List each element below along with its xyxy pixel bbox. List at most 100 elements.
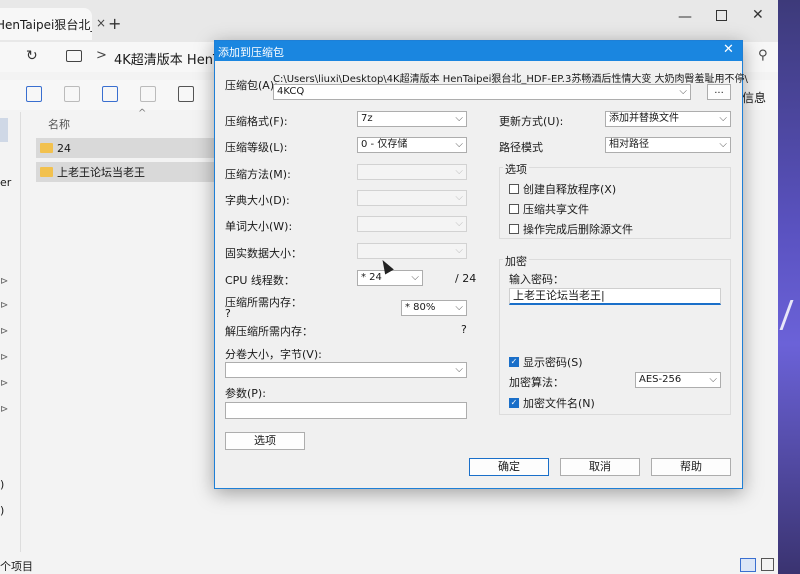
encryption-method-select[interactable]: AES-256 ⌵ bbox=[635, 372, 721, 388]
password-input[interactable]: 上老王论坛当老王| bbox=[509, 288, 721, 305]
tiles-view-icon[interactable] bbox=[761, 558, 774, 571]
encryption-method-value: AES-256 bbox=[639, 374, 682, 385]
chevron-down-icon: ⌵ bbox=[455, 139, 463, 150]
path-mode-label: 路径模式 bbox=[499, 141, 543, 154]
cancel-button[interactable]: 取消 bbox=[560, 458, 640, 476]
details-label[interactable]: 信息 bbox=[742, 89, 766, 106]
navigation-pane: er ⊳ ⊳ ⊳ ⊳ ⊳ ⊳ ) ) bbox=[0, 112, 21, 552]
chevron-down-icon: ⌵ bbox=[719, 139, 727, 150]
cpu-threads-label: CPU 线程数： bbox=[225, 274, 295, 287]
sfx-checkbox[interactable]: 创建自释放程序(X) bbox=[509, 181, 616, 197]
update-mode-label: 更新方式(U): bbox=[499, 115, 564, 128]
nav-item-text[interactable]: ) bbox=[0, 478, 4, 491]
nav-item-text[interactable]: ) bbox=[0, 504, 4, 517]
method-label: 压缩方法(M): bbox=[225, 168, 291, 181]
chevron-down-icon: ⌵ bbox=[455, 364, 463, 375]
column-header-name[interactable]: 名称 bbox=[48, 116, 70, 132]
chevron-down-icon: ⌵ bbox=[455, 245, 463, 256]
level-select[interactable]: 0 - 仅存储 ⌵ bbox=[357, 137, 467, 153]
archive-name-value: 4KCQ bbox=[277, 86, 305, 97]
delete-after-checkbox[interactable]: 操作完成后删除源文件 bbox=[509, 221, 633, 237]
share-icon[interactable] bbox=[140, 86, 156, 102]
checkbox-icon bbox=[509, 184, 519, 194]
paste-icon[interactable] bbox=[64, 86, 80, 102]
chevron-down-icon: ⌵ bbox=[719, 113, 727, 124]
checkbox-icon bbox=[509, 204, 519, 214]
pin-icon: ⊳ bbox=[0, 300, 9, 311]
encrypt-names-checkbox[interactable]: ✓ 加密文件名(N) bbox=[509, 395, 595, 411]
chevron-down-icon[interactable]: ⌵ bbox=[679, 85, 687, 99]
checkmark-icon: ✓ bbox=[509, 357, 519, 367]
update-mode-value: 添加并替换文件 bbox=[609, 113, 679, 124]
computer-icon[interactable] bbox=[66, 50, 82, 62]
decompress-memory-label: 解压缩所需内存： bbox=[225, 325, 313, 338]
maximize-icon[interactable] bbox=[716, 10, 727, 21]
parameters-label: 参数(P): bbox=[225, 387, 266, 400]
dialog-close-icon[interactable]: ✕ bbox=[723, 42, 734, 57]
word-size-label: 单词大小(W): bbox=[225, 220, 293, 233]
help-button[interactable]: 帮助 bbox=[651, 458, 731, 476]
minimize-icon[interactable]: — bbox=[678, 9, 692, 25]
path-mode-value: 相对路径 bbox=[609, 139, 649, 150]
chevron-down-icon: ⌵ bbox=[455, 166, 463, 177]
decompress-memory-value: ? bbox=[461, 323, 467, 336]
rename-icon[interactable] bbox=[102, 86, 118, 102]
pin-icon: ⊳ bbox=[0, 352, 9, 363]
password-label: 输入密码： bbox=[509, 273, 564, 286]
tab-bar: HenTaipei狠台北_H × + — ✕ bbox=[0, 0, 778, 42]
memory-select[interactable]: * 80% ⌵ bbox=[401, 300, 467, 316]
window-close-icon[interactable]: ✕ bbox=[752, 7, 764, 23]
copy-icon[interactable] bbox=[26, 86, 42, 102]
delete-after-label: 操作完成后删除源文件 bbox=[523, 223, 633, 236]
parameters-input[interactable] bbox=[225, 402, 467, 419]
nav-item-text[interactable]: er bbox=[0, 176, 11, 189]
memory-value: * 80% bbox=[405, 302, 436, 313]
nav-selected-item[interactable] bbox=[0, 118, 8, 142]
solid-block-select: ⌵ bbox=[357, 243, 467, 259]
update-mode-select[interactable]: 添加并替换文件 ⌵ bbox=[605, 111, 731, 127]
dialog-titlebar[interactable]: 添加到压缩包 ✕ bbox=[215, 41, 742, 61]
format-select[interactable]: 7z ⌵ bbox=[357, 111, 467, 127]
word-size-select: ⌵ bbox=[357, 216, 467, 232]
memory-label: 压缩所需内存： bbox=[225, 296, 302, 309]
path-mode-select[interactable]: 相对路径 ⌵ bbox=[605, 137, 731, 153]
show-password-checkbox[interactable]: ✓ 显示密码(S) bbox=[509, 354, 583, 370]
refresh-icon[interactable]: ↻ bbox=[26, 48, 38, 64]
method-select: ⌵ bbox=[357, 164, 467, 180]
folder-icon bbox=[40, 167, 53, 177]
pin-icon: ⊳ bbox=[0, 404, 9, 415]
chevron-down-icon: ⌵ bbox=[455, 218, 463, 229]
ok-button[interactable]: 确定 bbox=[469, 458, 549, 476]
shared-files-checkbox[interactable]: 压缩共享文件 bbox=[509, 201, 589, 217]
details-view-icon[interactable] bbox=[740, 558, 756, 572]
explorer-tab[interactable]: HenTaipei狠台北_H bbox=[0, 8, 92, 40]
pin-icon: ⊳ bbox=[0, 326, 9, 337]
chevron-down-icon: ⌵ bbox=[455, 192, 463, 203]
cpu-threads-max: / 24 bbox=[455, 272, 477, 285]
archive-name-combo[interactable]: 4KCQ ⌵ bbox=[273, 84, 691, 100]
chevron-down-icon: ⌵ bbox=[411, 272, 419, 283]
format-label: 压缩格式(F): bbox=[225, 115, 288, 128]
delete-icon[interactable] bbox=[178, 86, 194, 102]
cpu-threads-select[interactable]: * 24 ⌵ bbox=[357, 270, 423, 286]
list-item[interactable]: 上老王论坛当老王 bbox=[36, 162, 226, 182]
path-chevron-icon[interactable]: > bbox=[96, 48, 107, 63]
desktop-background bbox=[778, 0, 800, 574]
volume-size-combo[interactable]: ⌵ bbox=[225, 362, 467, 378]
tab-close-icon[interactable]: × bbox=[96, 16, 106, 30]
encryption-method-label: 加密算法： bbox=[509, 376, 564, 389]
file-name: 24 bbox=[57, 141, 71, 155]
browse-button[interactable]: ... bbox=[707, 84, 731, 100]
list-item[interactable]: 24 bbox=[36, 138, 226, 158]
chevron-down-icon: ⌵ bbox=[455, 302, 463, 313]
pin-icon: ⊳ bbox=[0, 276, 9, 287]
options-button[interactable]: 选项 bbox=[225, 432, 305, 450]
archive-label: 压缩包(A): bbox=[225, 79, 278, 92]
archive-path-text: C:\Users\liuxi\Desktop\4K超清版本 HenTaipei狠… bbox=[273, 74, 748, 85]
search-icon[interactable]: ⚲ bbox=[758, 48, 768, 63]
shared-files-label: 压缩共享文件 bbox=[523, 203, 589, 216]
cpu-threads-value: * 24 bbox=[361, 272, 382, 283]
dictionary-label: 字典大小(D): bbox=[225, 194, 290, 207]
new-tab-icon[interactable]: + bbox=[108, 14, 121, 33]
pin-icon: ⊳ bbox=[0, 378, 9, 389]
